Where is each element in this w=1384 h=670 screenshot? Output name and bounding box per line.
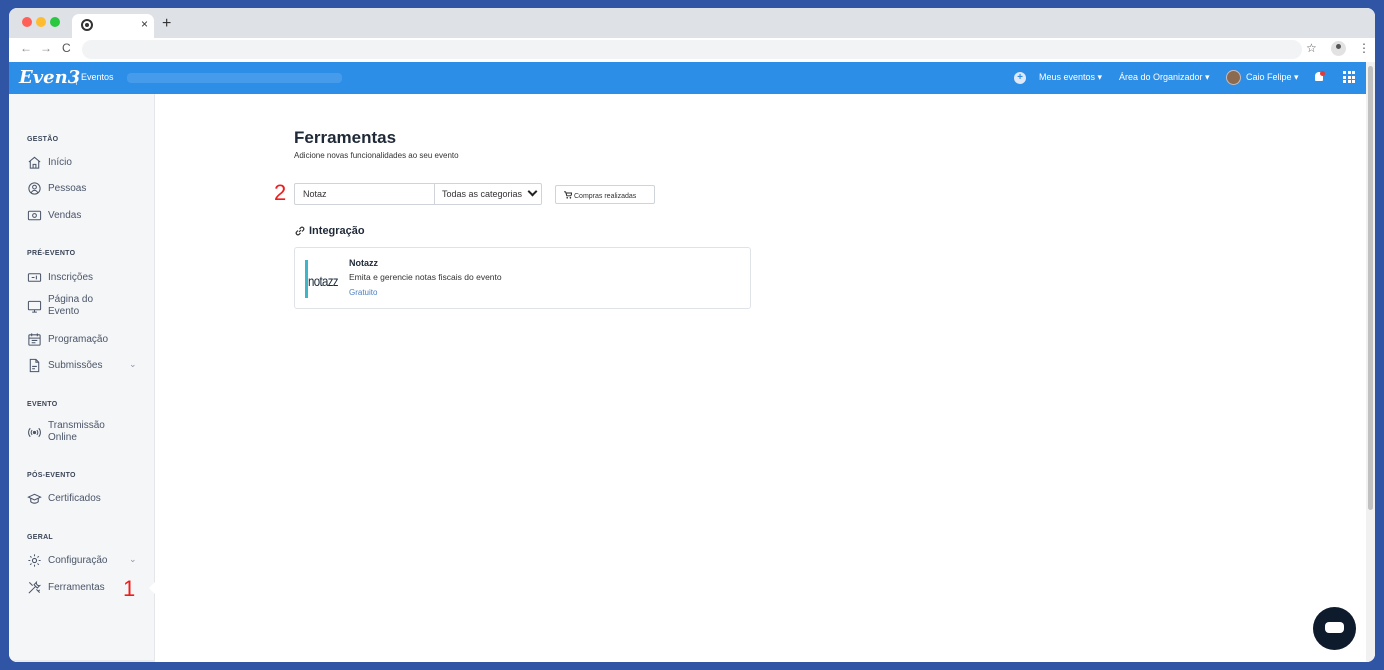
document-icon (29, 358, 40, 373)
address-bar: ← → C ☆ ⋮ (9, 38, 1375, 62)
chevron-down-icon (527, 186, 538, 197)
user-menu[interactable]: Caio Felipe ▾ (1246, 72, 1299, 83)
app-navbar: Even3 Eventos + Meus eventos ▾ Área do O… (9, 62, 1366, 94)
logo-divider (76, 71, 77, 85)
my-events-menu[interactable]: Meus eventos ▾ (1039, 72, 1102, 83)
category-select-value: Todas as categorias (442, 189, 523, 199)
sidebar-item-inicio[interactable]: Início (27, 155, 72, 170)
tab-strip: × + (9, 8, 1375, 38)
url-input[interactable] (82, 40, 1302, 59)
sidebar-item-submissoes[interactable]: Submissões (27, 358, 102, 373)
add-event-icon[interactable]: + (1014, 72, 1026, 84)
sidebar-item-label: Página do (48, 294, 94, 305)
sidebar-section-pre-evento: PRÉ-EVENTO (27, 250, 76, 257)
notification-bell-icon[interactable] (1314, 71, 1325, 83)
sidebar-item-label: Início (48, 157, 72, 168)
tool-card-price: Gratuito (349, 288, 378, 297)
avatar[interactable] (1226, 70, 1241, 85)
ticket-icon (27, 273, 42, 282)
sidebar-item-label: Ferramentas (48, 582, 105, 593)
sidebar-item-pessoas[interactable]: Pessoas (27, 181, 86, 196)
sidebar-item-label: Inscrições (48, 272, 94, 283)
tool-card-description: Emita e gerencie notas fiscais do evento (349, 272, 502, 282)
active-item-indicator (149, 581, 156, 595)
sidebar-item-label: Submissões (48, 360, 103, 371)
chevron-down-icon[interactable]: ⌄ (129, 359, 137, 370)
annotation-marker-1: 1 (123, 576, 136, 601)
sidebar-item-label-line2: Online (48, 432, 77, 443)
sidebar-item-certificados[interactable]: Certificados (27, 491, 101, 506)
chevron-down-icon[interactable]: ⌄ (129, 554, 137, 565)
back-icon[interactable]: ← (20, 41, 32, 55)
sidebar-item-label: Pessoas (48, 183, 87, 194)
purchases-button[interactable]: Compras realizadas (555, 185, 655, 204)
annotation-marker-2: 2 (274, 180, 287, 205)
sidebar-section-geral: GERAL (27, 534, 53, 541)
tool-card-notazz[interactable]: notazz Notazz Emita e gerencie notas fis… (294, 247, 751, 309)
reload-icon[interactable]: C (62, 41, 71, 55)
new-tab-button[interactable]: + (162, 15, 171, 33)
sidebar-item-programacao[interactable]: Programação (27, 332, 108, 347)
sidebar-active-highlight (9, 660, 155, 662)
tab-close-icon[interactable]: × (141, 17, 148, 31)
sidebar-section-evento: EVENTO (27, 401, 58, 408)
link-icon (295, 226, 305, 236)
purchases-button-label: Compras realizadas (574, 193, 637, 200)
page-title: Ferramentas (294, 128, 397, 147)
cart-icon (564, 191, 573, 199)
sidebar-item-inscricoes[interactable]: Inscrições (27, 270, 93, 285)
broadcast-icon (28, 427, 41, 437)
chat-support-button[interactable] (1313, 607, 1356, 650)
sidebar-item-label: Configuração (48, 555, 108, 566)
browser-tab[interactable]: × (72, 14, 154, 38)
bookmark-star-icon[interactable]: ☆ (1306, 41, 1317, 55)
sidebar-item-label: Transmissão (48, 420, 105, 431)
forward-icon[interactable]: → (40, 41, 52, 55)
scrollbar-thumb[interactable] (1368, 66, 1373, 510)
sidebar-item-pagina-evento[interactable]: Página do Evento (27, 294, 93, 318)
chrome-icon (81, 19, 93, 31)
sidebar-item-label: Vendas (48, 210, 82, 221)
sidebar-item-label: Certificados (48, 493, 101, 504)
calendar-icon (28, 333, 41, 346)
cash-icon (27, 210, 42, 221)
page-subtitle: Adicione novas funcionalidades ao seu ev… (294, 151, 459, 160)
close-window-button[interactable] (22, 17, 32, 27)
monitor-icon (27, 300, 42, 313)
integration-section-label: Integração (309, 225, 365, 237)
category-select[interactable]: Todas as categorias (435, 183, 542, 205)
sidebar-item-vendas[interactable]: Vendas (27, 208, 81, 223)
integration-section-title: Integração (294, 225, 365, 237)
sidebar-item-configuracao[interactable]: Configuração (27, 553, 107, 568)
maximize-window-button[interactable] (50, 17, 60, 27)
tools-icon (28, 580, 42, 594)
sidebar-section-pos-evento: PÓS-EVENTO (27, 472, 76, 479)
gear-icon (28, 554, 41, 567)
tool-card-name: Notazz (349, 258, 378, 268)
sidebar-item-transmissao[interactable]: Transmissão Online (27, 420, 105, 444)
minimize-window-button[interactable] (36, 17, 46, 27)
user-circle-icon (28, 182, 41, 195)
apps-grid-icon[interactable] (1343, 71, 1355, 83)
graduation-cap-icon (27, 493, 42, 504)
notazz-logo: notazz (305, 260, 341, 298)
browser-menu-icon[interactable]: ⋮ (1358, 41, 1370, 55)
sidebar-item-ferramentas[interactable]: Ferramentas (27, 580, 105, 595)
home-icon (28, 156, 41, 169)
sidebar-section-gestao: GESTÃO (27, 136, 59, 143)
even3-logo[interactable]: Even3 (19, 67, 80, 88)
event-name-blurred (127, 73, 342, 83)
organizer-area-menu[interactable]: Área do Organizador ▾ (1119, 72, 1210, 83)
browser-window: × + ← → C ☆ ⋮ Even3 Eventos + Meus event… (9, 8, 1375, 662)
navbar-section-label: Eventos (81, 72, 114, 82)
search-input[interactable] (294, 183, 435, 205)
sidebar-item-label-line2: Evento (48, 306, 80, 317)
sidebar-item-label: Programação (48, 334, 109, 345)
browser-profile-icon[interactable] (1331, 41, 1346, 56)
